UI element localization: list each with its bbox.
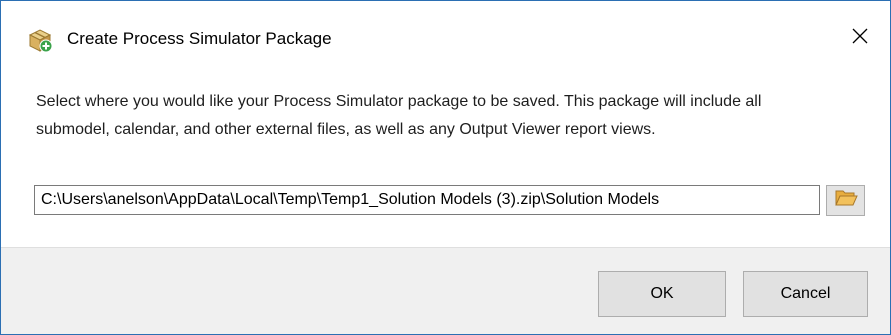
close-icon (852, 28, 868, 49)
title-bar: Create Process Simulator Package (1, 1, 890, 77)
save-path-input[interactable] (34, 185, 820, 215)
footer-divider (1, 247, 890, 248)
dialog-title: Create Process Simulator Package (67, 29, 332, 48)
close-button[interactable] (830, 15, 890, 61)
package-add-icon (27, 27, 53, 53)
instruction-text: Select where you would like your Process… (36, 93, 762, 138)
cancel-button[interactable]: Cancel (743, 271, 868, 317)
dialog-content: Select where you would like your Process… (1, 77, 890, 247)
browse-folder-button[interactable] (826, 185, 865, 216)
ok-button[interactable]: OK (598, 271, 726, 317)
folder-open-icon (834, 188, 858, 213)
create-package-dialog: Create Process Simulator Package Select … (0, 0, 891, 335)
